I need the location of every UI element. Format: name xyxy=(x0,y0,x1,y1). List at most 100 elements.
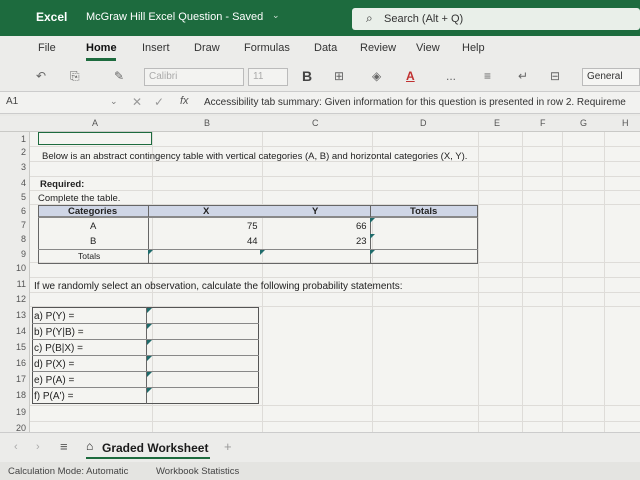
row-header[interactable]: 19 xyxy=(0,407,26,417)
column-header[interactable]: G xyxy=(580,118,587,128)
tab-file[interactable]: File xyxy=(38,42,56,54)
row-header[interactable]: 12 xyxy=(0,294,26,304)
scroll-left-icon[interactable]: ‹ xyxy=(14,441,18,453)
column-header[interactable]: A xyxy=(92,118,98,128)
scroll-right-icon[interactable]: › xyxy=(36,441,40,453)
add-sheet-button[interactable]: + xyxy=(224,439,232,454)
workbook-statistics[interactable]: Workbook Statistics xyxy=(156,466,239,477)
enter-icon[interactable]: ✓ xyxy=(154,95,164,109)
table-header-categories[interactable]: Categories xyxy=(68,206,117,217)
table-row-label[interactable]: A xyxy=(90,221,96,232)
column-header[interactable]: E xyxy=(494,118,500,128)
document-title[interactable]: McGraw Hill Excel Question - Saved xyxy=(86,11,263,23)
font-size-box[interactable]: 11 xyxy=(248,68,288,86)
row-header[interactable]: 7 xyxy=(0,220,26,230)
row-header[interactable]: 3 xyxy=(0,162,26,172)
formula-input[interactable]: Accessibility tab summary: Given informa… xyxy=(204,97,626,108)
gridline xyxy=(604,132,605,432)
chevron-down-icon[interactable]: ⌄ xyxy=(272,10,280,21)
row-header[interactable]: 10 xyxy=(0,263,26,273)
chevron-down-icon[interactable]: ⌄ xyxy=(110,96,118,107)
sheet-list-icon[interactable]: ≡ xyxy=(60,439,68,454)
column-header[interactable]: D xyxy=(420,118,427,128)
merge-icon[interactable]: ⊟ xyxy=(550,69,560,83)
prob-label-d[interactable]: d) P(X) = xyxy=(34,359,74,370)
wrap-text-icon[interactable]: ↵ xyxy=(518,69,528,83)
function-icon[interactable]: fx xyxy=(180,95,189,107)
spreadsheet-grid[interactable]: A B C D E F G H 1 2 3 4 5 6 7 8 9 10 11 … xyxy=(0,116,640,432)
column-header[interactable]: C xyxy=(312,118,319,128)
table-cell-ay[interactable]: 66 xyxy=(356,221,367,232)
row-header[interactable]: 1 xyxy=(0,134,26,144)
row-header[interactable]: 20 xyxy=(0,423,26,432)
row-header[interactable]: 5 xyxy=(0,192,26,202)
tab-formulas[interactable]: Formulas xyxy=(244,42,290,54)
cell-instruction[interactable]: Complete the table. xyxy=(38,193,120,204)
table-cell-bx[interactable]: 44 xyxy=(247,236,258,247)
more-options-button[interactable]: ... xyxy=(446,69,456,83)
table-divider xyxy=(32,339,259,340)
row-header[interactable]: 16 xyxy=(0,358,26,368)
row-header[interactable]: 2 xyxy=(0,147,26,157)
selected-cell-a1[interactable] xyxy=(38,132,152,145)
name-box[interactable]: A1 xyxy=(6,96,18,107)
bold-button[interactable]: B xyxy=(302,68,312,84)
tab-draw[interactable]: Draw xyxy=(194,42,220,54)
search-box[interactable]: ⌕ Search (Alt + Q) xyxy=(352,8,640,30)
row-header[interactable]: 8 xyxy=(0,234,26,244)
prob-label-c[interactable]: c) P(B|X) = xyxy=(34,343,83,354)
tab-home[interactable]: Home xyxy=(86,42,117,54)
prob-label-f[interactable]: f) P(A') = xyxy=(34,391,73,402)
column-header[interactable]: B xyxy=(204,118,210,128)
row-header[interactable]: 13 xyxy=(0,310,26,320)
table-header-totals[interactable]: Totals xyxy=(410,206,437,217)
table-divider xyxy=(38,249,478,250)
calculation-mode[interactable]: Calculation Mode: Automatic xyxy=(8,466,128,477)
number-format-select[interactable]: General xyxy=(582,68,640,86)
row-header[interactable]: 4 xyxy=(0,178,26,188)
cancel-icon[interactable]: ✕ xyxy=(132,95,142,109)
borders-icon[interactable]: ⊞ xyxy=(334,69,344,83)
input-marker xyxy=(147,388,152,393)
cell-description[interactable]: Below is an abstract contingency table w… xyxy=(42,151,467,162)
fill-color-icon[interactable]: ◈ xyxy=(372,69,381,83)
tab-data[interactable]: Data xyxy=(314,42,337,54)
prob-label-e[interactable]: e) P(A) = xyxy=(34,375,74,386)
undo-icon[interactable]: ↶ xyxy=(36,69,46,83)
table-header-x[interactable]: X xyxy=(203,206,209,217)
row-header[interactable]: 14 xyxy=(0,326,26,336)
row-headers: 1 2 3 4 5 6 7 8 9 10 11 12 13 14 15 16 1… xyxy=(0,132,30,432)
input-marker xyxy=(260,250,265,255)
cell-question[interactable]: If we randomly select an observation, ca… xyxy=(34,281,403,292)
clipboard-icon[interactable]: ⎘ xyxy=(70,69,80,84)
table-row-label[interactable]: Totals xyxy=(78,251,100,261)
table-divider xyxy=(38,217,478,218)
input-marker xyxy=(370,234,375,239)
column-header[interactable]: H xyxy=(622,118,629,128)
font-color-button[interactable]: A xyxy=(406,69,415,83)
table-cell-by[interactable]: 23 xyxy=(356,236,367,247)
prob-label-a[interactable]: a) P(Y) = xyxy=(34,311,74,322)
row-header[interactable]: 15 xyxy=(0,342,26,352)
row-header[interactable]: 17 xyxy=(0,374,26,384)
tab-help[interactable]: Help xyxy=(462,42,485,54)
table-header-y[interactable]: Y xyxy=(312,206,318,217)
cell-required-label[interactable]: Required: xyxy=(40,179,84,190)
row-header[interactable]: 6 xyxy=(0,206,26,216)
row-header[interactable]: 9 xyxy=(0,249,26,259)
align-icon[interactable]: ≡ xyxy=(484,69,491,83)
table-cell-ax[interactable]: 75 xyxy=(247,221,258,232)
prob-label-b[interactable]: b) P(Y|B) = xyxy=(34,327,84,338)
gridline xyxy=(522,132,523,432)
format-painter-icon[interactable]: ✎ xyxy=(114,69,124,83)
column-header[interactable]: F xyxy=(540,118,546,128)
row-header[interactable]: 18 xyxy=(0,390,26,400)
table-row-label[interactable]: B xyxy=(90,236,96,247)
tab-insert[interactable]: Insert xyxy=(142,42,170,54)
app-name[interactable]: Excel xyxy=(36,10,67,24)
font-size-value: 11 xyxy=(253,71,264,82)
tab-review[interactable]: Review xyxy=(360,42,396,54)
font-name-box[interactable]: Calibri xyxy=(144,68,244,86)
row-header[interactable]: 11 xyxy=(0,279,26,289)
tab-view[interactable]: View xyxy=(416,42,440,54)
